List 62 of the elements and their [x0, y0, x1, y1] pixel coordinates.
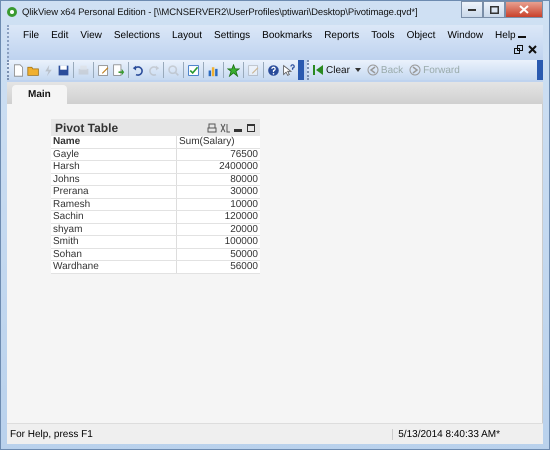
column-header[interactable]: Sum(Salary): [176, 136, 260, 148]
excel-icon[interactable]: [220, 122, 230, 132]
undo-icon[interactable]: [132, 64, 145, 76]
document-close-icon[interactable]: [528, 45, 537, 54]
table-cell: 20000: [176, 223, 260, 236]
table-cell: Johns: [51, 173, 176, 186]
table-cell: 76500: [176, 148, 260, 160]
maximize-icon: [490, 6, 498, 14]
menu-item[interactable]: Reports: [324, 30, 360, 40]
menu-item[interactable]: Settings: [214, 30, 250, 40]
app-logo-icon: [6, 6, 18, 18]
table-title: Pivot Table: [55, 120, 118, 134]
minimize-button[interactable]: [461, 1, 483, 18]
window-title: QlikView x64 Personal Edition - [\\MCNSERVER2\UserProfiles\ptiwari\Desktop\Pivotimage.qvd*]: [22, 6, 419, 18]
column-header[interactable]: Name: [51, 136, 176, 148]
menu-item[interactable]: File: [23, 30, 40, 40]
menu-item[interactable]: Bookmarks: [262, 30, 312, 40]
sheet-tab[interactable]: Main: [12, 85, 67, 104]
pencil-note-icon[interactable]: [97, 64, 110, 76]
table-cell: Ramesh: [51, 198, 176, 210]
document-arrow-icon[interactable]: [112, 64, 125, 76]
printer-icon[interactable]: [207, 122, 217, 132]
skip-back-icon: [312, 64, 324, 76]
table-cell: 2400000: [176, 160, 260, 173]
checkbox-icon[interactable]: [187, 64, 200, 76]
table-cell: 120000: [176, 210, 260, 223]
table-cell: Wardhane: [51, 260, 176, 273]
table-cell: Gayle: [51, 148, 176, 160]
table-cell: Harsh: [51, 160, 176, 173]
maximize-icon[interactable]: [246, 122, 256, 132]
table-cell: 80000: [176, 173, 260, 186]
document-restore-icon[interactable]: [514, 45, 523, 54]
table-cell: Sohan: [51, 248, 176, 260]
table-cell: 100000: [176, 236, 260, 248]
table-cell: 50000: [176, 248, 260, 260]
table-cell: shyam: [51, 223, 176, 236]
pointer-question-icon[interactable]: [282, 64, 295, 76]
menu-item[interactable]: Tools: [371, 30, 395, 40]
table-cell: Prerana: [51, 186, 176, 198]
table-cell: 10000: [176, 198, 260, 210]
star-icon[interactable]: [227, 64, 240, 76]
menu-item[interactable]: View: [80, 30, 102, 40]
caret-icon[interactable]: [354, 68, 361, 72]
menu-item[interactable]: Window: [447, 30, 484, 40]
table-cell: 56000: [176, 260, 260, 273]
table-cell: Sachin: [51, 210, 176, 223]
document-icon[interactable]: [12, 64, 25, 76]
close-icon: [519, 5, 529, 14]
status-text: For Help, press F1: [10, 428, 93, 440]
timestamp: 5/13/2014 8:40:33 AM*: [398, 428, 500, 440]
menu-item[interactable]: Object: [406, 30, 436, 40]
menu-item[interactable]: Selections: [114, 30, 160, 40]
nav-button[interactable]: Clear: [312, 64, 361, 76]
table-cell: Smith: [51, 236, 176, 248]
maximize-button[interactable]: [483, 1, 505, 18]
menu-item[interactable]: Help: [495, 30, 516, 40]
minimize-icon: [468, 8, 476, 10]
menu-item[interactable]: Layout: [172, 30, 202, 40]
menu-item[interactable]: Edit: [51, 30, 68, 40]
table-cell: 30000: [176, 186, 260, 198]
help-icon[interactable]: [267, 64, 280, 76]
close-button[interactable]: [505, 1, 543, 18]
